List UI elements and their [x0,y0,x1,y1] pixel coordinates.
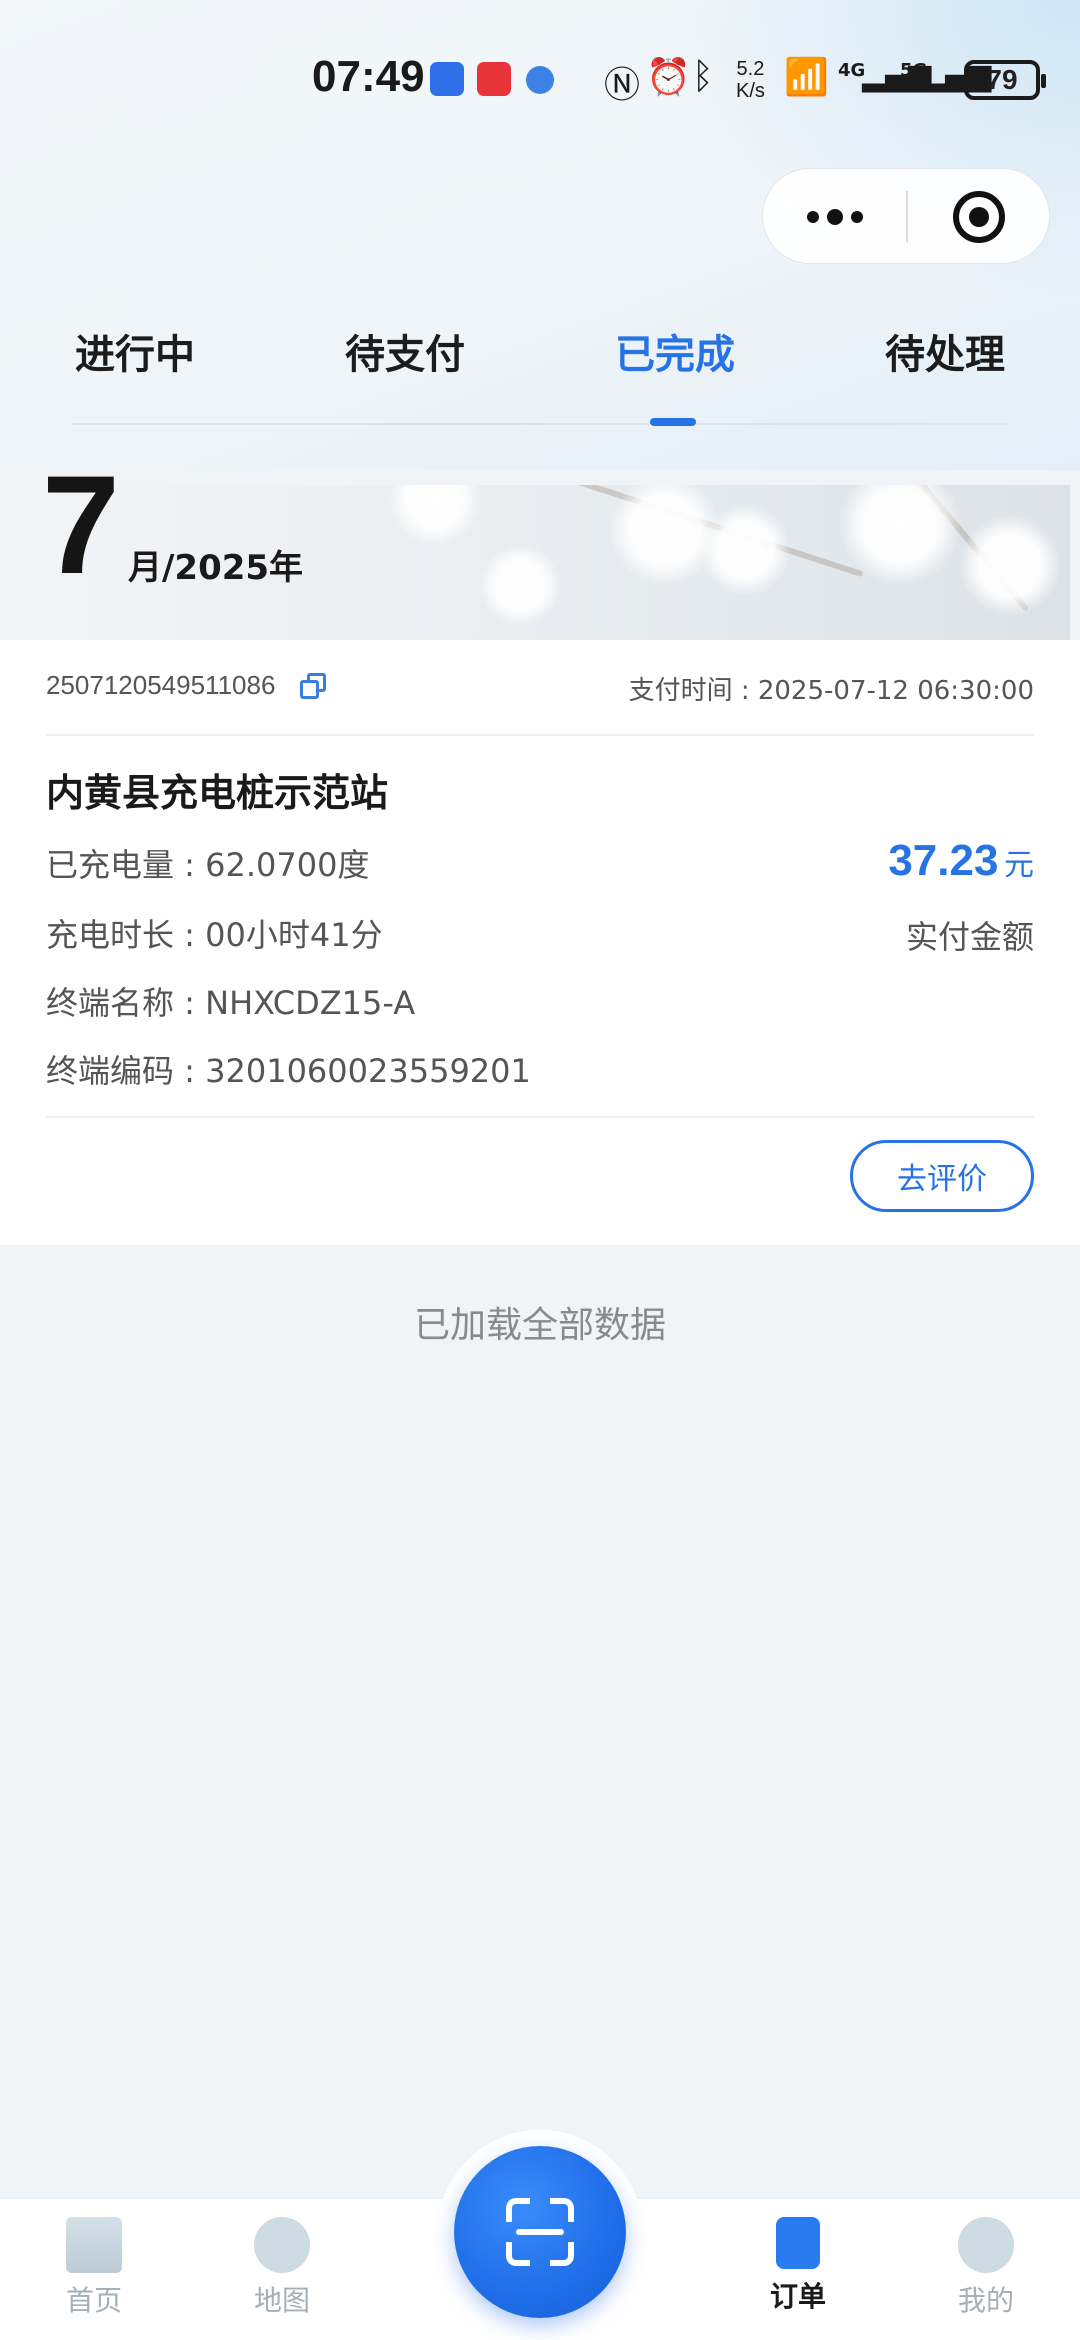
status-time: 07:49 [312,52,425,101]
month-number: 7 [42,446,120,603]
terminal-code: 终端编码 : 3201060023559201 [46,1052,531,1090]
blossom-decoration [390,485,480,545]
network-speed: 5.2 K/s [736,58,765,102]
nav-orders[interactable]: 订单 [728,2217,868,2315]
month-year-label: 月/2025年 [128,548,304,588]
review-button[interactable]: 去评价 [850,1140,1034,1212]
order-status-tabs: 进行中 待支付 已完成 待处理 [0,310,1080,430]
battery-icon: 79 [964,60,1046,100]
capsule-divider [906,191,908,243]
scan-icon [506,2198,574,2266]
nav-orders-label: 订单 [769,2280,826,2313]
tabs-divider [72,423,1008,425]
charged-energy: 已充电量 : 62.0700度 [46,846,370,884]
blossom-decoration [960,515,1060,615]
nav-home[interactable]: 首页 [24,2217,164,2319]
tab-pending-payment[interactable]: 待支付 [305,322,505,380]
station-name: 内黄县充电桩示范站 [46,771,389,815]
app-notification-icon [477,62,511,96]
nav-mine[interactable]: 我的 [916,2217,1056,2319]
more-menu-button[interactable] [763,169,907,265]
blossom-decoration [480,545,560,625]
app-notification-icon [526,66,554,94]
active-tab-indicator [650,418,696,426]
nav-map[interactable]: 地图 [212,2217,352,2319]
card-divider [46,734,1034,736]
alarm-icon: ⏰ [646,57,691,98]
app-notification-icon [430,62,464,96]
paid-amount-value: 37.23 [888,836,999,885]
order-icon [776,2217,820,2269]
copy-icon[interactable] [300,673,326,699]
paid-amount: 37.23 元 [888,836,1034,886]
nav-map-label: 地图 [253,2284,310,2317]
home-icon [66,2217,122,2273]
close-mini-program-button[interactable] [953,191,1005,243]
tab-completed[interactable]: 已完成 [575,322,775,380]
mini-program-capsule [762,168,1050,264]
blossom-decoration [700,505,790,595]
charge-duration: 充电时长 : 00小时41分 [46,916,383,954]
list-end-message: 已加载全部数据 [413,1305,666,1346]
wifi-icon: 📶 [784,57,829,98]
terminal-name: 终端名称 : NHXCDZ15-A [46,984,416,1022]
profile-icon [958,2217,1014,2273]
paid-amount-unit: 元 [1004,848,1034,883]
status-bar: 07:49 Ⓝ ⏰ ᛒ 5.2 K/s 📶 4G ▂▄▆ 5G ▂▄▆ 79 [0,0,1080,160]
tab-pending-handling[interactable]: 待处理 [845,322,1045,380]
order-number: 2507120549511086 [46,670,276,700]
nfc-icon: Ⓝ [604,65,641,106]
tab-in-progress[interactable]: 进行中 [35,322,235,380]
scan-button[interactable] [454,2146,626,2318]
dot-icon [827,209,843,225]
dot-icon [807,211,819,223]
payment-time: 支付时间 : 2025-07-12 06:30:00 [628,676,1034,706]
map-icon [254,2217,310,2273]
nav-home-label: 首页 [65,2284,122,2317]
order-card[interactable]: 2507120549511086 支付时间 : 2025-07-12 06:30… [0,640,1080,1245]
card-divider [46,1116,1034,1118]
paid-amount-label: 实付金额 [905,918,1034,956]
dot-icon [851,211,863,223]
bluetooth-icon: ᛒ [692,56,714,97]
nav-mine-label: 我的 [957,2284,1014,2317]
